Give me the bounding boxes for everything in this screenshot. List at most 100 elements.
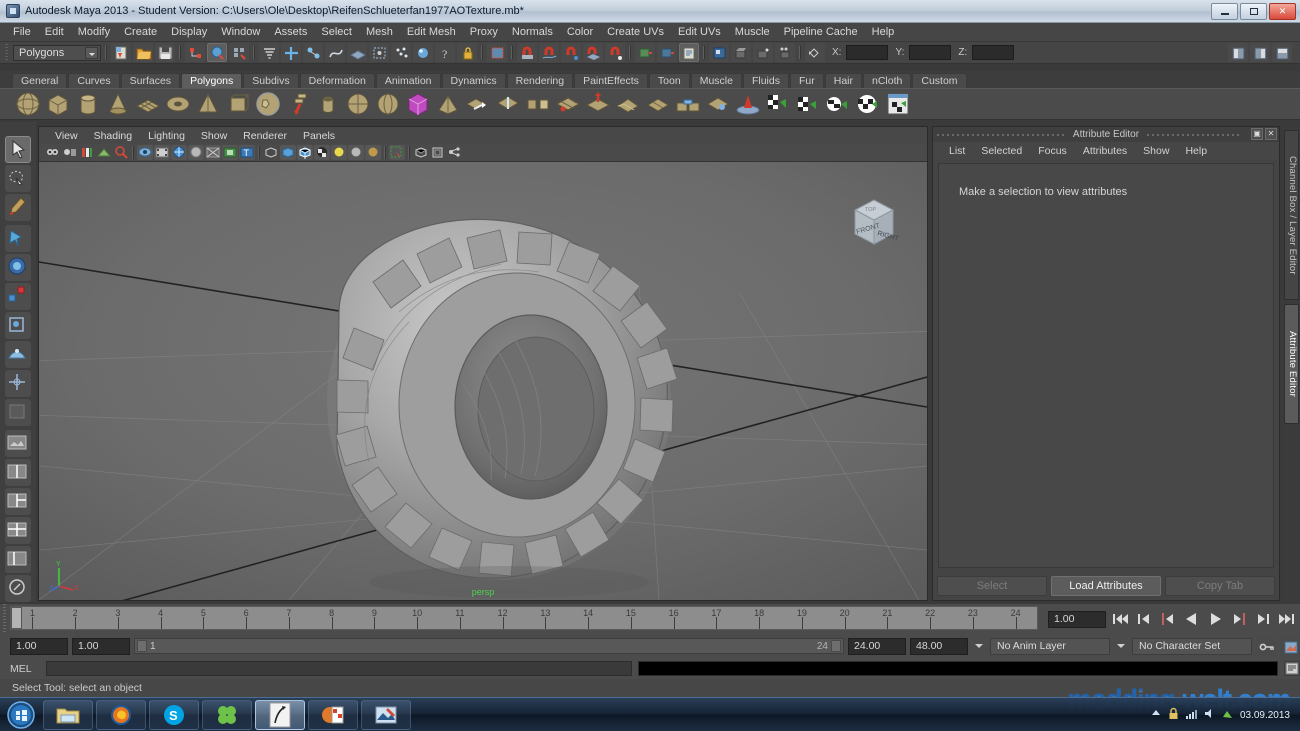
fill-hole-icon[interactable] <box>704 90 733 119</box>
shelf-tab-toon[interactable]: Toon <box>648 73 690 88</box>
firefox-icon[interactable] <box>96 699 146 730</box>
persp-outliner-layout[interactable] <box>5 546 31 573</box>
move-tool[interactable] <box>5 225 31 252</box>
viewport-menu-view[interactable]: View <box>47 129 86 143</box>
poly-sphere-icon[interactable] <box>14 90 43 119</box>
select-by-object-icon[interactable] <box>207 43 227 62</box>
spherical-mapping-icon[interactable] <box>824 90 853 119</box>
poly-cone-icon[interactable] <box>104 90 133 119</box>
snap-curve-icon[interactable] <box>539 43 559 62</box>
security-icon[interactable] <box>1167 707 1180 723</box>
viewport-menu-show[interactable]: Show <box>193 129 235 143</box>
ipr-render-icon[interactable] <box>753 43 773 62</box>
command-language-label[interactable]: MEL <box>10 663 40 675</box>
show-channel-box-icon[interactable] <box>1228 43 1248 62</box>
shelf-tab-surfaces[interactable]: Surfaces <box>120 73 181 88</box>
menu-muscle[interactable]: Muscle <box>728 24 777 40</box>
save-scene-icon[interactable] <box>155 43 175 62</box>
menu-modify[interactable]: Modify <box>71 24 117 40</box>
poly-pipe-icon[interactable] <box>314 90 343 119</box>
range-start-field[interactable]: 1.00 <box>72 637 130 655</box>
menu-file[interactable]: File <box>6 24 38 40</box>
taskbar-clock[interactable]: 03.09.2013 <box>1240 710 1290 721</box>
xray-joints-icon[interactable] <box>430 145 446 160</box>
poly-cylinder-icon[interactable] <box>74 90 103 119</box>
poly-pyramid-icon[interactable] <box>194 90 223 119</box>
photo-editor-icon[interactable] <box>361 699 411 730</box>
network-icon[interactable] <box>1185 707 1198 723</box>
side-tab-attribute-editor[interactable]: Attribute Editor <box>1284 304 1299 424</box>
render-view-icon[interactable] <box>709 43 729 62</box>
ae-menu-focus[interactable]: Focus <box>1030 144 1075 158</box>
maximize-button[interactable] <box>1240 2 1267 20</box>
range-end-handle[interactable] <box>831 640 841 652</box>
viewport-canvas[interactable]: Y X Z persp FRONT RIGHT TOP <box>39 162 927 600</box>
shelf-tab-animation[interactable]: Animation <box>375 73 441 88</box>
range-bar[interactable]: 1 24 <box>134 638 844 654</box>
select-camera-icon[interactable] <box>45 145 61 160</box>
smooth-icon[interactable] <box>554 90 583 119</box>
select-by-hierarchy-icon[interactable] <box>185 43 205 62</box>
anim-layer-dropdown[interactable]: No Anim Layer <box>990 637 1110 655</box>
sculpt-geometry-icon[interactable] <box>734 90 763 119</box>
menu-pipeline-cache[interactable]: Pipeline Cache <box>777 24 865 40</box>
menu-edit-mesh[interactable]: Edit Mesh <box>400 24 463 40</box>
select-button[interactable]: Select <box>937 576 1047 596</box>
poly-cone-alt-icon[interactable] <box>434 90 463 119</box>
xray-icon[interactable] <box>413 145 429 160</box>
isolate-select-icon[interactable] <box>389 145 405 160</box>
grid-toggle-icon[interactable] <box>137 145 153 160</box>
render-settings-icon[interactable] <box>775 43 795 62</box>
show-manipulator-tool[interactable] <box>5 370 31 397</box>
play-forwards-icon[interactable] <box>1205 609 1226 629</box>
anim-layer-chevron-down-icon[interactable] <box>972 638 986 654</box>
poly-cube-icon[interactable] <box>44 90 73 119</box>
go-to-start-icon[interactable] <box>1109 609 1130 629</box>
snap-viewplane-icon[interactable] <box>605 43 625 62</box>
animation-preferences-icon[interactable] <box>1280 636 1300 656</box>
menu-create[interactable]: Create <box>117 24 164 40</box>
menu-assets[interactable]: Assets <box>267 24 314 40</box>
volume-icon[interactable] <box>1203 707 1216 723</box>
snap-plane-icon[interactable] <box>583 43 603 62</box>
image-plane-icon[interactable] <box>96 145 112 160</box>
bevel-icon[interactable] <box>614 90 643 119</box>
viewport-menu-renderer[interactable]: Renderer <box>235 129 295 143</box>
poly-torus-icon[interactable] <box>164 90 193 119</box>
field-chart-icon[interactable] <box>205 145 221 160</box>
poly-plane-icon[interactable] <box>134 90 163 119</box>
gate-mask-icon[interactable] <box>188 145 204 160</box>
input-connection-icon[interactable] <box>635 43 655 62</box>
menu-help[interactable]: Help <box>865 24 902 40</box>
combine-icon[interactable] <box>464 90 493 119</box>
select-tool[interactable] <box>5 136 31 163</box>
wireframe-icon[interactable] <box>263 145 279 160</box>
step-forward-frame-icon[interactable] <box>1229 609 1250 629</box>
three-pane-layout[interactable] <box>5 488 31 515</box>
close-button[interactable]: ✕ <box>1269 2 1296 20</box>
anim-start-field[interactable]: 1.00 <box>10 637 68 655</box>
last-tool[interactable] <box>5 399 31 426</box>
separate-icon[interactable] <box>494 90 523 119</box>
shelf-tab-rendering[interactable]: Rendering <box>506 73 574 88</box>
select-rendering-icon[interactable] <box>413 43 433 62</box>
undock-icon[interactable]: ▣ <box>1251 128 1263 140</box>
character-set-dropdown[interactable]: No Character Set <box>1132 637 1252 655</box>
four-pane-layout[interactable] <box>5 517 31 544</box>
uv-texture-editor-icon[interactable] <box>884 90 913 119</box>
menu-proxy[interactable]: Proxy <box>463 24 505 40</box>
load-attributes-button[interactable]: Load Attributes <box>1051 576 1161 596</box>
windows-explorer-icon[interactable] <box>43 699 93 730</box>
viewport-menu-shading[interactable]: Shading <box>86 129 141 143</box>
clover-icon[interactable] <box>202 699 252 730</box>
shelf-tab-fluids[interactable]: Fluids <box>742 73 789 88</box>
ae-menu-list[interactable]: List <box>941 144 973 158</box>
smooth-shade-icon[interactable] <box>280 145 296 160</box>
cylindrical-mapping-icon[interactable] <box>794 90 823 119</box>
shelf-tab-deformation[interactable]: Deformation <box>299 73 375 88</box>
menu-edit-uvs[interactable]: Edit UVs <box>671 24 728 40</box>
command-input[interactable] <box>46 661 632 676</box>
auto-keyframe-icon[interactable] <box>1256 636 1276 656</box>
anim-end-field[interactable]: 48.00 <box>910 637 968 655</box>
shadows-icon[interactable] <box>348 145 364 160</box>
